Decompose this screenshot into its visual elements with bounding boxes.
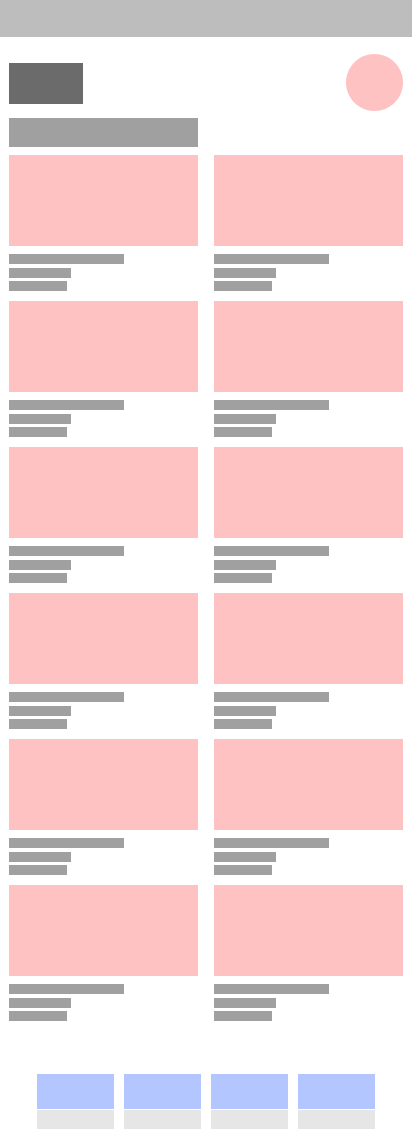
- card-image[interactable]: [9, 447, 198, 538]
- card-image[interactable]: [9, 301, 198, 392]
- nav-icon-1[interactable]: [37, 1074, 114, 1109]
- card[interactable]: [9, 155, 198, 291]
- card-image[interactable]: [214, 885, 403, 976]
- bottom-nav-label: [37, 1110, 114, 1129]
- card-meta: [214, 719, 272, 729]
- card-subtitle: [214, 852, 276, 862]
- card-title: [9, 838, 124, 848]
- card-meta: [9, 865, 67, 875]
- card-image[interactable]: [9, 593, 198, 684]
- card[interactable]: [9, 301, 198, 437]
- card-subtitle: [214, 706, 276, 716]
- bottom-nav-label: [211, 1110, 288, 1129]
- bottom-nav-item[interactable]: [298, 1074, 375, 1129]
- card-meta: [214, 1011, 272, 1021]
- card-image[interactable]: [9, 739, 198, 830]
- card-meta: [214, 281, 272, 291]
- card-title: [214, 400, 329, 410]
- card-image[interactable]: [214, 301, 403, 392]
- card[interactable]: [9, 739, 198, 875]
- bottom-navigation: [37, 1074, 375, 1129]
- card-title: [9, 546, 124, 556]
- card-meta: [214, 427, 272, 437]
- card-title: [214, 692, 329, 702]
- card-image[interactable]: [9, 155, 198, 246]
- card-subtitle: [214, 560, 276, 570]
- card-subtitle: [214, 998, 276, 1008]
- card[interactable]: [9, 885, 198, 1021]
- card-grid: [9, 155, 403, 1021]
- card-subtitle: [214, 268, 276, 278]
- card-meta: [9, 719, 67, 729]
- card-title: [9, 400, 124, 410]
- avatar[interactable]: [346, 54, 403, 111]
- card-image[interactable]: [214, 155, 403, 246]
- card-subtitle: [9, 852, 71, 862]
- section-title: [9, 118, 198, 147]
- card-meta: [214, 573, 272, 583]
- card[interactable]: [9, 593, 198, 729]
- card-subtitle: [9, 560, 71, 570]
- nav-icon-4[interactable]: [298, 1074, 375, 1109]
- card-title: [214, 984, 329, 994]
- nav-icon-2[interactable]: [124, 1074, 201, 1109]
- card[interactable]: [214, 739, 403, 875]
- status-bar: [0, 0, 412, 37]
- bottom-nav-item[interactable]: [211, 1074, 288, 1129]
- card-title: [214, 838, 329, 848]
- card-subtitle: [9, 706, 71, 716]
- bottom-nav-item[interactable]: [37, 1074, 114, 1129]
- bottom-nav-label: [298, 1110, 375, 1129]
- card[interactable]: [214, 301, 403, 437]
- card-image[interactable]: [214, 739, 403, 830]
- card-meta: [9, 573, 67, 583]
- card-title: [214, 254, 329, 264]
- bottom-nav-label: [124, 1110, 201, 1129]
- card-title: [214, 546, 329, 556]
- nav-icon-3[interactable]: [211, 1074, 288, 1109]
- card-title: [9, 254, 124, 264]
- card-subtitle: [9, 414, 71, 424]
- card[interactable]: [214, 447, 403, 583]
- card[interactable]: [9, 447, 198, 583]
- card-subtitle: [9, 268, 71, 278]
- card[interactable]: [214, 885, 403, 1021]
- card-title: [9, 692, 124, 702]
- card-image[interactable]: [9, 885, 198, 976]
- logo[interactable]: [9, 63, 83, 104]
- card-image[interactable]: [214, 593, 403, 684]
- card-meta: [9, 427, 67, 437]
- card-subtitle: [9, 998, 71, 1008]
- card-title: [9, 984, 124, 994]
- card[interactable]: [214, 593, 403, 729]
- card-subtitle: [214, 414, 276, 424]
- card-image[interactable]: [214, 447, 403, 538]
- bottom-nav-item[interactable]: [124, 1074, 201, 1129]
- card-meta: [214, 865, 272, 875]
- card[interactable]: [214, 155, 403, 291]
- card-meta: [9, 281, 67, 291]
- card-meta: [9, 1011, 67, 1021]
